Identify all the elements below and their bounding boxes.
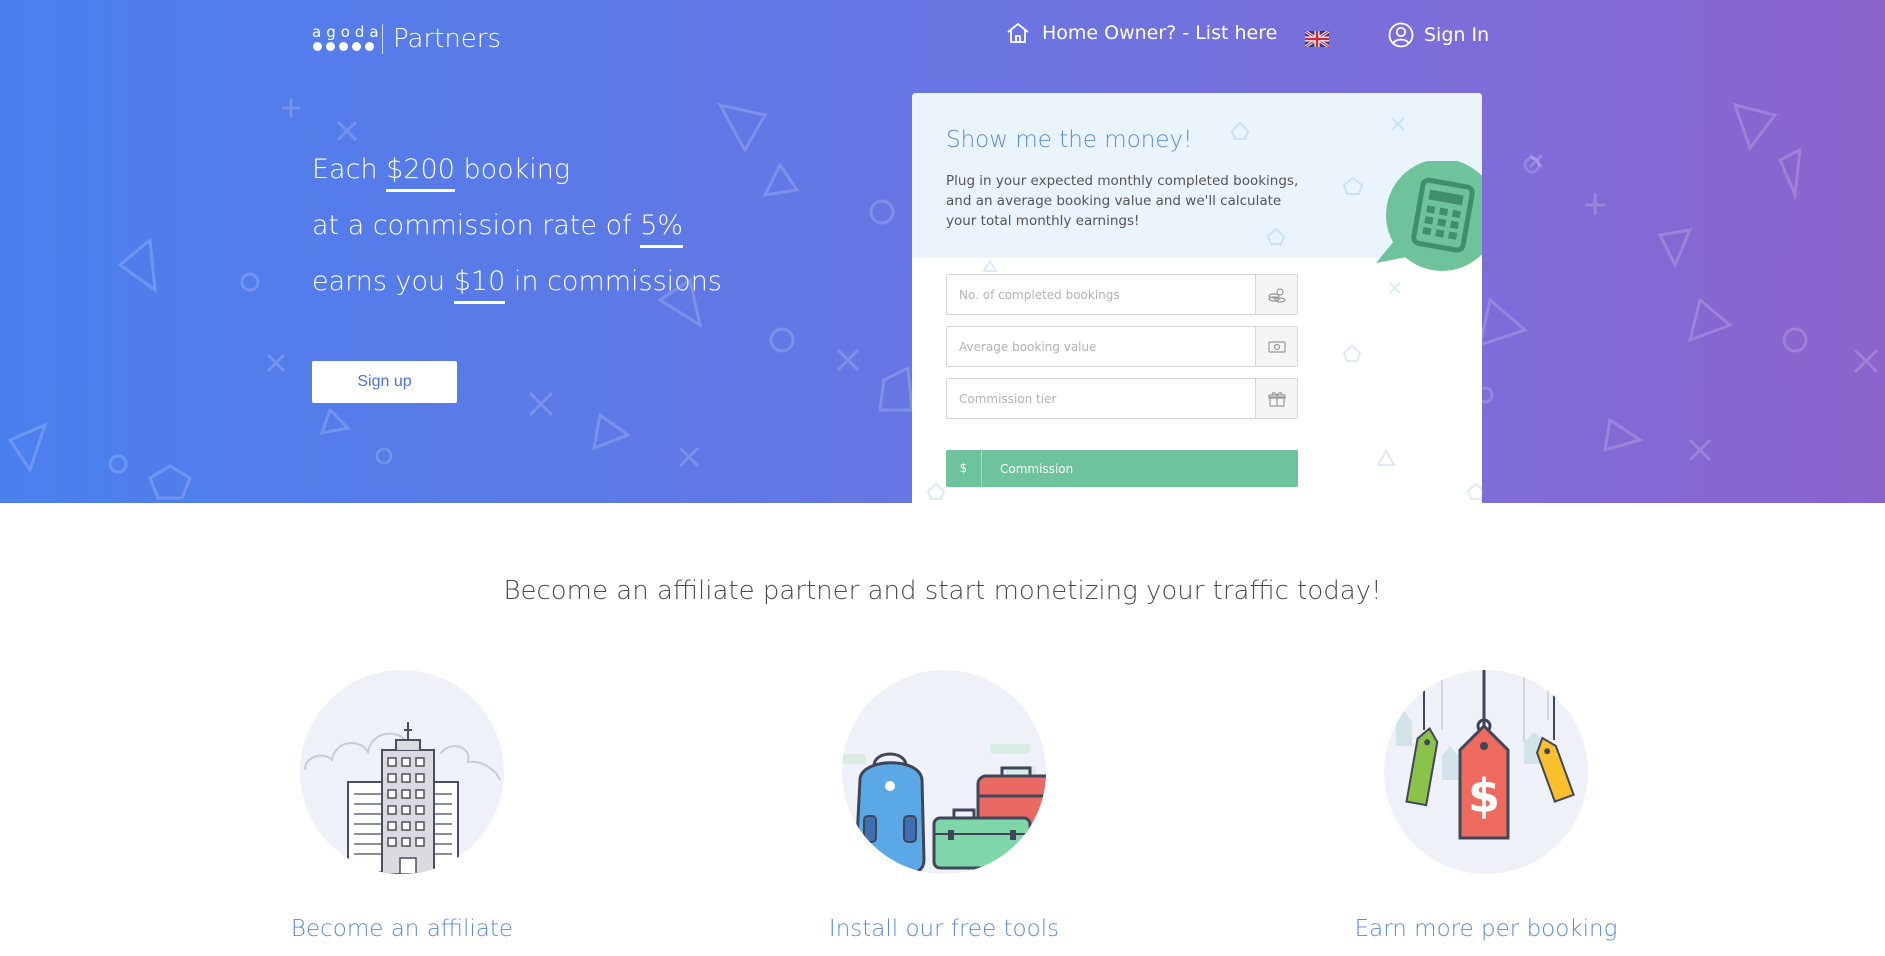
commission-rate: 5% bbox=[640, 207, 684, 248]
headline-line-1: Each $200 booking bbox=[312, 148, 722, 204]
headline-text: at a commission rate of bbox=[312, 210, 641, 241]
headline-line-3: earns you $10 in commissions bbox=[312, 260, 722, 316]
commission-amount: $10 bbox=[453, 263, 506, 304]
home-owner-label: Home Owner? - List here bbox=[1042, 22, 1278, 44]
commission-tier-field[interactable] bbox=[946, 378, 1298, 419]
agoda-logo-mark: agoda bbox=[312, 23, 380, 53]
luggage-icon bbox=[842, 744, 1046, 874]
booking-amount: $200 bbox=[386, 151, 455, 192]
logo-dots bbox=[313, 42, 374, 51]
booking-value-addon bbox=[1255, 327, 1297, 366]
commission-result: $ Commission bbox=[946, 450, 1298, 487]
gift-icon bbox=[1267, 391, 1286, 407]
booking-value-input[interactable] bbox=[947, 327, 1255, 366]
commission-tier-input[interactable] bbox=[947, 379, 1255, 418]
calculator-icon bbox=[1376, 161, 1482, 271]
building-icon bbox=[304, 722, 501, 874]
price-tag-icon: $ bbox=[1396, 670, 1575, 840]
feature-illustration: $ bbox=[1384, 670, 1588, 874]
section-title: Become an affiliate partner and start mo… bbox=[503, 576, 1382, 606]
sign-in-link[interactable]: Sign In bbox=[1388, 22, 1489, 48]
feature-title: Install our free tools bbox=[828, 916, 1060, 942]
hero-banner: agoda Partners Home Owner? - List here S… bbox=[0, 0, 1885, 503]
bookings-input[interactable] bbox=[947, 275, 1255, 314]
hero-headline: Each $200 booking at a commission rate o… bbox=[312, 148, 722, 316]
feature-earn-more: $ Earn more per booking bbox=[1355, 670, 1617, 942]
headline-text: in commissions bbox=[505, 266, 722, 297]
sign-up-button[interactable]: Sign up bbox=[312, 361, 457, 403]
feature-install-tools: Install our free tools bbox=[829, 670, 1059, 942]
commission-calculator: Show me the money! Plug in your expected… bbox=[912, 93, 1482, 503]
banknote-icon bbox=[1267, 340, 1286, 353]
uk-flag-icon[interactable] bbox=[1305, 31, 1329, 47]
agoda-partners-logo[interactable]: agoda Partners bbox=[312, 23, 502, 54]
calculator-description: Plug in your expected monthly completed … bbox=[946, 173, 1299, 229]
headline-text: booking bbox=[454, 154, 571, 185]
svg-text:$: $ bbox=[1468, 769, 1500, 823]
bookings-addon bbox=[1255, 275, 1297, 314]
feature-illustration bbox=[842, 670, 1046, 874]
feature-title: Become an affiliate bbox=[290, 916, 514, 942]
commission-tier-addon bbox=[1255, 379, 1297, 418]
calculator-title: Show me the money! bbox=[946, 127, 1193, 153]
coins-icon bbox=[1267, 287, 1286, 303]
logo-word: agoda bbox=[312, 23, 384, 41]
sign-in-label: Sign In bbox=[1424, 24, 1490, 46]
bookings-field[interactable] bbox=[946, 274, 1298, 315]
booking-value-field[interactable] bbox=[946, 326, 1298, 367]
feature-illustration bbox=[300, 670, 504, 874]
home-icon bbox=[1007, 22, 1029, 43]
commission-label: Commission bbox=[1000, 461, 1074, 476]
logo-partners-text: Partners bbox=[393, 24, 502, 54]
headline-text: earns you bbox=[312, 266, 454, 297]
home-owner-link[interactable]: Home Owner? - List here bbox=[1006, 22, 1277, 44]
feature-become-affiliate: Become an affiliate bbox=[291, 670, 513, 942]
user-icon bbox=[1388, 22, 1414, 48]
headline-line-2: at a commission rate of 5% bbox=[312, 204, 722, 260]
headline-text: Each bbox=[312, 154, 387, 185]
feature-title: Earn more per booking bbox=[1354, 916, 1618, 942]
currency-symbol: $ bbox=[946, 450, 982, 487]
